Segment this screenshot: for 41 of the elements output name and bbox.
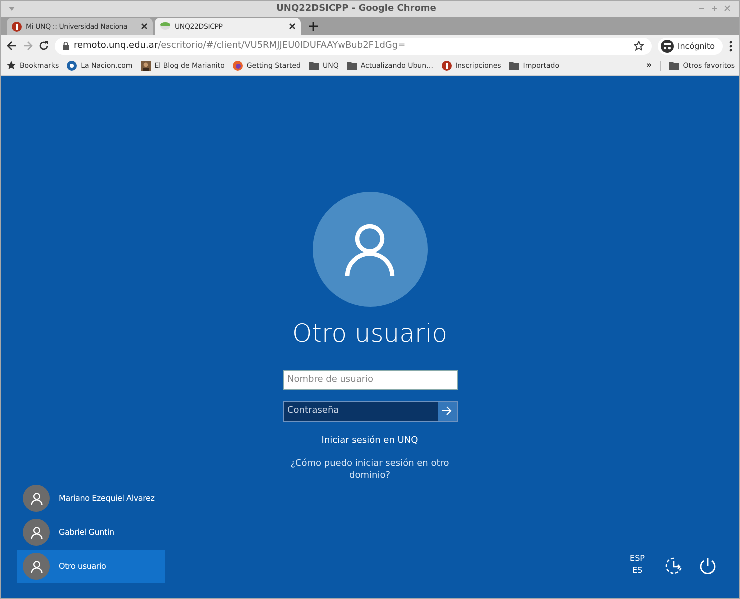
sign-in-domain-text: Iniciar sesión en UNQ xyxy=(322,436,418,446)
incognito-button[interactable]: Incógnito xyxy=(658,38,723,55)
other-domain-link[interactable]: ¿Cómo puedo iniciar sesión en otro dominio? xyxy=(290,458,450,482)
bowl-icon xyxy=(160,22,171,32)
person-icon xyxy=(30,560,44,574)
address-bar[interactable]: remoto.unq.edu.ar/escritorio/#/client/VU5RMJJEU0lDUFAAYwBub2F1dGg= xyxy=(55,38,652,55)
power-button[interactable] xyxy=(699,557,717,575)
university-logo-icon xyxy=(12,22,22,32)
university-logo-icon xyxy=(442,60,452,71)
submit-button[interactable] xyxy=(438,402,456,421)
profile-photo-icon xyxy=(140,60,151,71)
star-icon xyxy=(7,61,16,70)
back-icon[interactable] xyxy=(7,41,17,52)
close-icon[interactable] xyxy=(141,23,148,30)
bookmark-star-icon[interactable] xyxy=(634,41,644,52)
username-field[interactable]: Nombre de usuario xyxy=(282,370,458,390)
language-button[interactable]: ESP ES xyxy=(630,553,645,577)
person-icon xyxy=(30,492,44,506)
close-icon[interactable] xyxy=(289,23,296,30)
user-name: Otro usuario xyxy=(292,318,448,348)
user-list-item[interactable]: Otro usuario xyxy=(17,550,165,583)
more-menu-icon[interactable] xyxy=(729,40,733,52)
url-text: remoto.unq.edu.ar/escritorio/#/client/VU5RMJJEU0lDUFAAYwBub2F1dGg= xyxy=(74,41,407,52)
site-logo-icon xyxy=(67,60,78,71)
reload-icon[interactable] xyxy=(39,41,49,52)
user-list-item[interactable]: Mariano Ezequiel Alvarez xyxy=(17,482,165,515)
new-tab-icon[interactable] xyxy=(309,22,318,31)
folder-icon xyxy=(346,62,357,70)
user-list-item[interactable]: Gabriel Guntin xyxy=(17,516,165,549)
person-icon xyxy=(30,526,44,540)
window-title: UNQ22DSICPP - Google Chrome xyxy=(276,4,438,14)
lock-icon xyxy=(63,42,69,50)
folder-icon xyxy=(669,62,680,70)
power-icon xyxy=(699,557,717,575)
arrow-icon xyxy=(442,406,452,416)
browser-logo-icon xyxy=(232,60,243,71)
incognito-icon xyxy=(660,40,674,53)
password-field[interactable]: Contraseña xyxy=(282,400,458,422)
more-bookmarks-button[interactable]: » xyxy=(646,60,662,71)
folder-icon xyxy=(309,62,319,70)
folder-icon xyxy=(509,62,520,70)
